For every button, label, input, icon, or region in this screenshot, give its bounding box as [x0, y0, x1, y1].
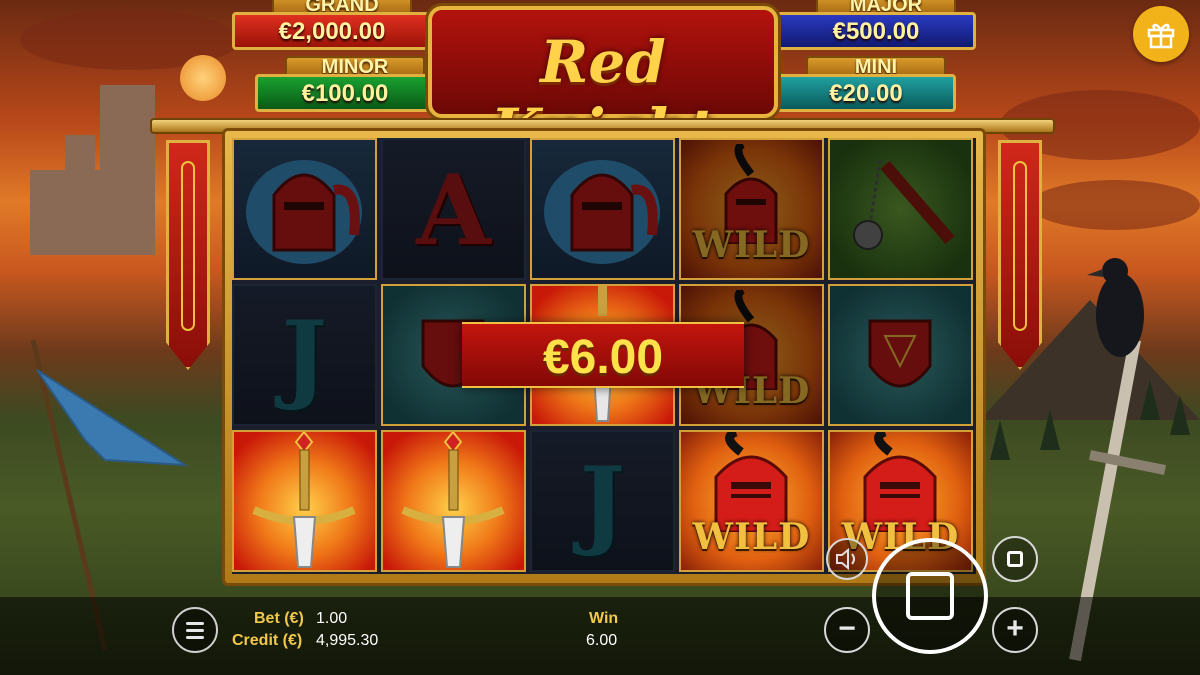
win-label: Win — [589, 610, 619, 627]
left-dragon-banner — [166, 140, 210, 370]
sound-icon — [836, 547, 855, 571]
menu-button[interactable] — [172, 607, 218, 653]
sound-button[interactable] — [826, 538, 868, 580]
reel-cell-helmet — [530, 138, 675, 280]
bet-value: 1.00 — [316, 610, 348, 627]
reel-cell-wild: WILD — [679, 430, 824, 572]
decrease-bet-button[interactable]: − — [824, 607, 870, 653]
win-value: 6.00 — [586, 632, 618, 649]
game-logo: Red Knight — [428, 6, 778, 164]
mace-icon — [853, 159, 955, 250]
menu-icon-line — [186, 629, 204, 632]
bet-label: Bet (€) — [254, 610, 304, 627]
shield-icon — [868, 319, 932, 388]
reel-cell-sword — [232, 430, 377, 572]
reel-cell-shield — [828, 284, 973, 426]
gift-icon — [1147, 23, 1175, 49]
win-amount: €6.00 — [542, 331, 664, 384]
autoplay-button[interactable] — [992, 536, 1038, 582]
reel-cell-helmet — [232, 138, 377, 280]
reel-cell-wild: WILD — [679, 138, 824, 280]
jackpot-major-value: €500.00 — [776, 12, 976, 50]
jackpot-minor-value: €100.00 — [255, 74, 435, 112]
letter-a-symbol: A — [416, 154, 491, 267]
sword-icon — [401, 432, 505, 568]
credit-label: Credit (€) — [232, 632, 303, 649]
knight-helmet-icon — [544, 160, 660, 264]
stop-square-icon — [906, 572, 954, 620]
menu-icon-line — [186, 636, 204, 639]
knight-helmet-icon — [246, 160, 362, 264]
reel-cell-a: A — [381, 138, 526, 280]
jackpot-minor: MINOR €100.00 — [255, 56, 455, 116]
sun — [180, 55, 226, 101]
gift-button[interactable] — [1133, 6, 1189, 62]
spin-stop-button[interactable] — [872, 538, 988, 654]
reel-cell-mace — [828, 138, 973, 280]
castle-tower — [65, 135, 95, 255]
tree — [990, 420, 1010, 460]
right-dragon-banner — [998, 140, 1042, 370]
cloud — [1030, 180, 1200, 230]
win-amount-banner: €6.00 — [462, 322, 744, 388]
credit-value: 4,995.30 — [316, 632, 379, 649]
red-knight-icon — [724, 144, 778, 244]
castle-tower — [100, 85, 155, 255]
jackpot-mini: MINI €20.00 — [776, 56, 976, 116]
jackpot-major: MAJOR €500.00 — [776, 0, 976, 54]
increase-bet-button[interactable]: + — [992, 607, 1038, 653]
crow — [1087, 258, 1144, 357]
plus-icon: + — [1006, 612, 1024, 645]
jackpot-grand-value: €2,000.00 — [232, 12, 432, 50]
stop-square-icon — [1007, 551, 1023, 567]
reel-cell-j: J — [232, 284, 377, 426]
sword-icon — [252, 432, 356, 568]
jackpot-grand: GRAND €2,000.00 — [232, 0, 432, 54]
reel-cell-sword — [381, 430, 526, 572]
minus-icon: − — [838, 612, 856, 645]
wild-label: WILD — [692, 224, 811, 266]
menu-icon — [186, 622, 204, 625]
reel-cell-j: J — [530, 430, 675, 572]
wild-label: WILD — [692, 516, 811, 558]
letter-j-symbol: J — [281, 300, 328, 413]
jackpot-mini-value: €20.00 — [776, 74, 956, 112]
letter-j-symbol: J — [579, 446, 626, 559]
